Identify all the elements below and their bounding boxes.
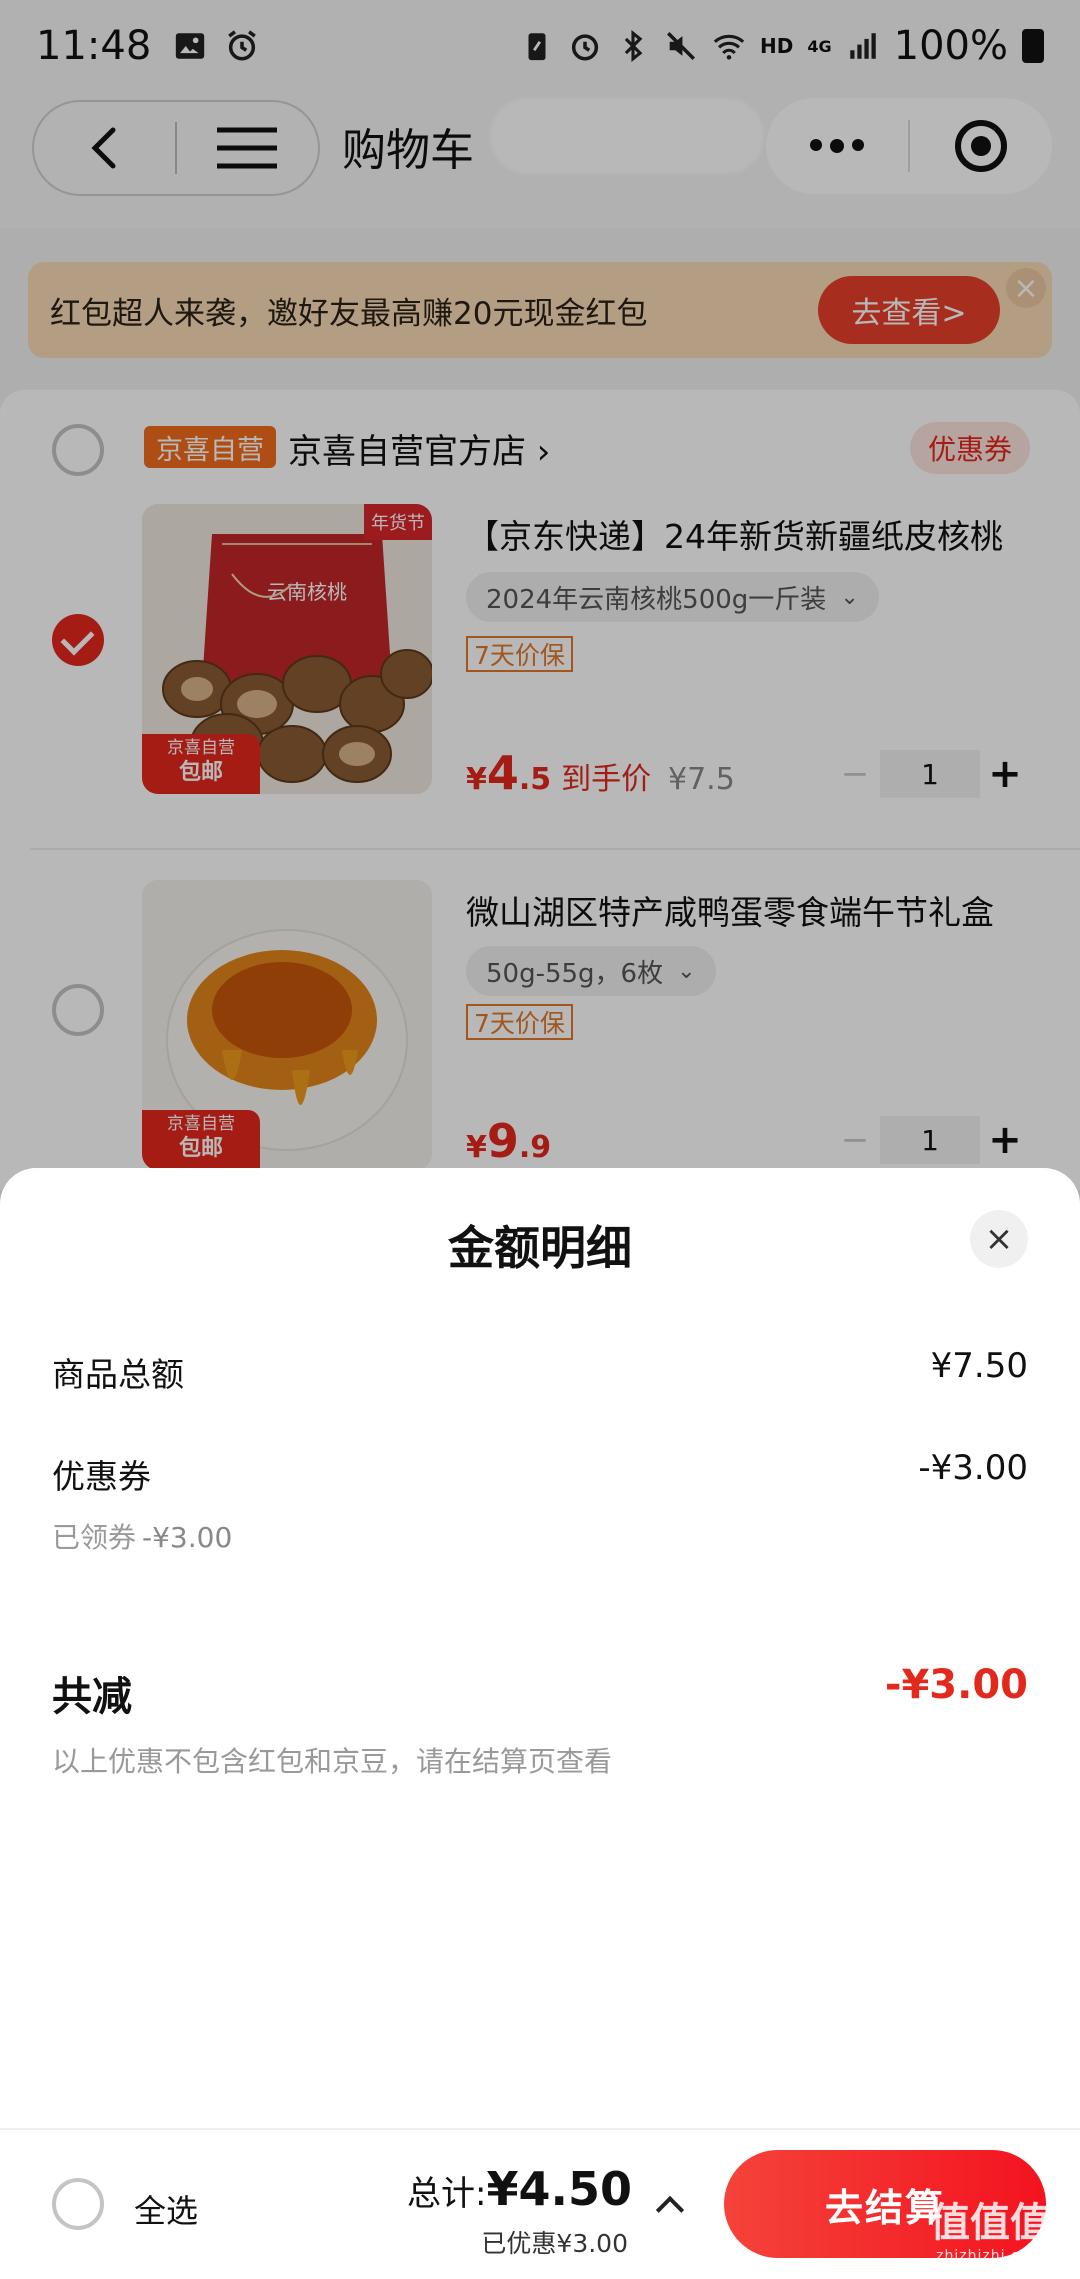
price-detail-sheet: 金额明细 × 商品总额 ¥7.50 优惠券 -¥3.00 已领券 -¥3.00 共… — [0, 1168, 1080, 2128]
discount-summary: 已优惠¥3.00 — [481, 2229, 628, 2258]
total-reduce-label: 共减 — [52, 1674, 132, 1720]
watermark-sub: zhizhizhi.com — [936, 2248, 1044, 2264]
checkout-bar: 全选 总计:¥4.50 已优惠¥3.00 去结算 — [0, 2128, 1080, 2279]
total-amount: ¥4.50 — [486, 2162, 632, 2216]
chevron-up-icon[interactable] — [655, 2195, 685, 2225]
watermark-main: 值值值 — [930, 2199, 1050, 2246]
coupon-value: -¥3.00 — [918, 1448, 1028, 1488]
select-all-label[interactable]: 全选 — [134, 2186, 198, 2232]
goods-total-value: ¥7.50 — [930, 1346, 1028, 1386]
total-price: 总计:¥4.50 — [407, 2162, 632, 2216]
close-icon[interactable]: × — [970, 1210, 1028, 1268]
total-prefix: 总计: — [407, 2174, 487, 2214]
coupon-sub-label: 已领券 — [52, 1521, 137, 1554]
coupon-sub-value: -¥3.00 — [142, 1521, 233, 1554]
discount-note: 以上优惠不包含红包和京豆，请在结算页查看 — [52, 1745, 613, 1778]
coupon-detail: 已领券 -¥3.00 — [52, 1516, 232, 1556]
coupon-label: 优惠券 — [52, 1457, 151, 1496]
site-watermark: 值值值 zhizhizhi.com — [930, 2190, 1050, 2264]
sheet-title: 金额明细 — [448, 1221, 632, 1275]
goods-total-label: 商品总额 — [52, 1355, 184, 1394]
total-reduce-value: -¥3.00 — [884, 1662, 1028, 1708]
select-all-checkbox[interactable] — [52, 2178, 104, 2230]
